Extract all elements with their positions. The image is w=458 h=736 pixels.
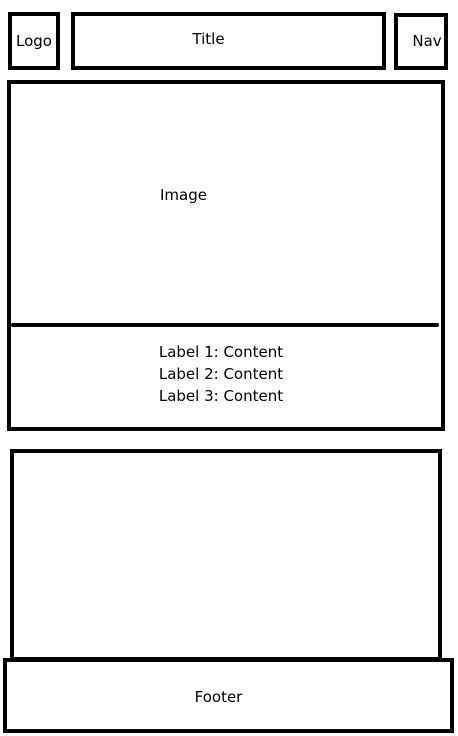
label-item: Label 1: Content (158, 343, 284, 361)
content-block (10, 449, 442, 661)
label-item: Label 2: Content (158, 365, 284, 383)
label-list: Label 1: Content Label 2: Content Label … (7, 341, 435, 407)
image-placeholder-label: Image (160, 186, 207, 204)
title-label: Title (192, 30, 225, 48)
footer-label: Footer (194, 688, 243, 706)
logo-label: Logo (16, 32, 52, 50)
card-divider (11, 323, 439, 327)
label-item: Label 3: Content (158, 387, 284, 405)
nav-label: Nav (412, 32, 442, 50)
